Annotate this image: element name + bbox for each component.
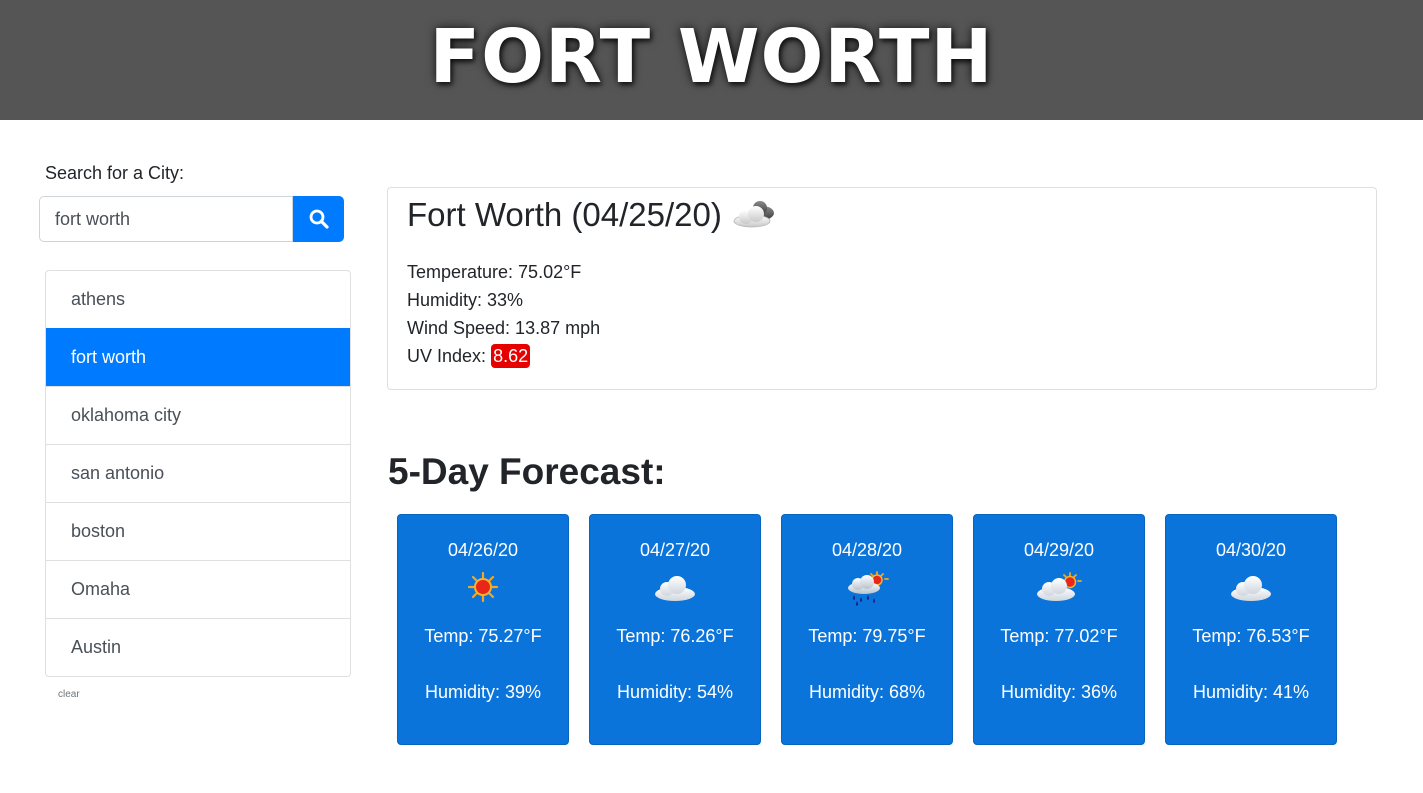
city-item-oklahoma-city[interactable]: oklahoma city [46, 386, 350, 444]
city-item-athens[interactable]: athens [46, 271, 350, 328]
rain-sun-icon [848, 571, 889, 606]
current-weather-title: Fort Worth (04/25/20) [407, 196, 782, 234]
search-input[interactable] [39, 196, 293, 242]
forecast-card: 04/30/20 Temp: 76.53°F Humidity: 41% [1165, 514, 1337, 745]
current-temperature: Temperature: 75.02°F [407, 262, 582, 282]
city-item-label: athens [71, 289, 126, 309]
forecast-date: 04/26/20 [447, 540, 519, 560]
search-label: Search for a City: [45, 163, 185, 183]
search-button[interactable] [293, 196, 344, 242]
current-weather-card: Fort Worth (04/25/20) Temperature: 75.02… [387, 187, 1377, 390]
forecast-date: 04/29/20 [1023, 540, 1095, 560]
clear-history-link[interactable]: clear [58, 689, 80, 700]
forecast-humidity: Humidity: 54% [616, 682, 734, 702]
forecast-card: 04/26/20 Temp: 75.27°F Humidity: 39% [397, 514, 569, 745]
forecast-card: 04/27/20 Temp: 76.26°F Humidity: 54% [589, 514, 761, 745]
uv-index-badge: 8.62 [491, 344, 531, 368]
current-city-date: Fort Worth (04/25/20) [407, 196, 722, 233]
city-item-boston[interactable]: boston [46, 502, 350, 560]
forecast-temp: Temp: 75.27°F [424, 626, 542, 646]
city-item-label: fort worth [71, 347, 147, 367]
forecast-temp: Temp: 76.26°F [616, 626, 734, 646]
forecast-temp: Temp: 76.53°F [1192, 626, 1310, 646]
forecast-heading: 5-Day Forecast: [388, 451, 666, 492]
forecast-temp: Temp: 77.02°F [1000, 626, 1118, 646]
current-wind-speed: Wind Speed: 13.87 mph [407, 318, 601, 338]
page-header: FORT WORTH [0, 0, 1423, 120]
city-item-label: san antonio [71, 463, 165, 483]
uv-index-label: UV Index: [407, 346, 487, 366]
city-item-label: oklahoma city [71, 405, 182, 425]
forecast-card: 04/29/20 Temp: 77.02°F Humidity: 36% [973, 514, 1145, 745]
forecast-humidity: Humidity: 41% [1192, 682, 1310, 702]
city-item-label: Omaha [71, 579, 131, 599]
forecast-humidity: Humidity: 68% [808, 682, 926, 702]
city-item-label: Austin [71, 637, 122, 657]
cloud-icon [1231, 576, 1271, 601]
city-item-fort-worth[interactable]: fort worth [46, 328, 350, 386]
city-item-label: boston [71, 521, 126, 541]
current-humidity: Humidity: 33% [407, 290, 524, 310]
cloudy-night-icon [733, 201, 774, 228]
sun-icon [467, 571, 499, 603]
forecast-card: 04/28/20 Temp: 79.75°F Humidity: 68% [781, 514, 953, 745]
forecast-date: 04/27/20 [639, 540, 711, 560]
city-item-austin[interactable]: Austin [46, 618, 350, 676]
current-uv-index: UV Index: 8.62 [407, 344, 531, 368]
city-history-list: athens fort worth oklahoma city san anto… [45, 270, 351, 677]
city-item-san-antonio[interactable]: san antonio [46, 444, 350, 502]
forecast-humidity: Humidity: 36% [1000, 682, 1118, 702]
search-icon [309, 209, 329, 229]
page-title: FORT WORTH [429, 14, 994, 100]
cloud-icon [655, 576, 695, 601]
forecast-humidity: Humidity: 39% [424, 682, 542, 702]
city-item-omaha[interactable]: Omaha [46, 560, 350, 618]
forecast-temp: Temp: 79.75°F [808, 626, 926, 646]
forecast-date: 04/30/20 [1215, 540, 1287, 560]
partly-cloudy-icon [1037, 572, 1082, 601]
forecast-date: 04/28/20 [831, 540, 903, 560]
